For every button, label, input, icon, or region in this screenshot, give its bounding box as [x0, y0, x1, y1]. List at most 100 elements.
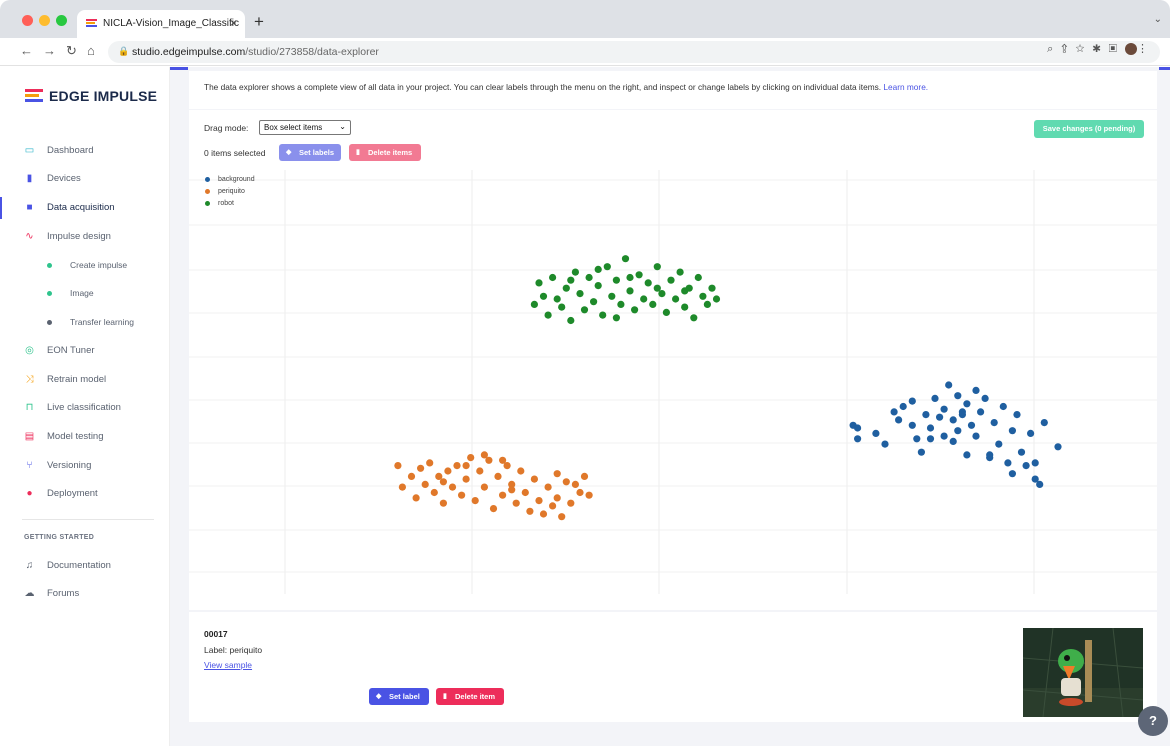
data-point-robot[interactable]: [603, 263, 611, 271]
forward-icon[interactable]: →: [43, 43, 56, 58]
data-point-background[interactable]: [981, 394, 989, 402]
star-icon[interactable]: ☆: [1075, 43, 1092, 55]
data-point-background[interactable]: [954, 392, 962, 400]
data-point-background[interactable]: [872, 429, 880, 437]
close-tab-icon[interactable]: ×: [230, 16, 237, 30]
set-label-button[interactable]: ◆ Set label: [369, 688, 429, 705]
data-point-background[interactable]: [972, 386, 980, 394]
data-point-background[interactable]: [999, 402, 1007, 411]
data-point-periquito[interactable]: [439, 499, 447, 507]
data-point-background[interactable]: [895, 416, 903, 424]
data-point-background[interactable]: [949, 437, 957, 445]
data-point-periquito[interactable]: [467, 454, 475, 462]
tab-search-icon[interactable]: ⌄: [1154, 14, 1162, 25]
data-point-periquito[interactable]: [489, 505, 498, 513]
data-point-periquito[interactable]: [448, 483, 457, 491]
data-point-background[interactable]: [936, 413, 944, 421]
minimize-window-button[interactable]: [39, 15, 50, 26]
data-point-periquito[interactable]: [553, 494, 561, 502]
data-point-periquito[interactable]: [544, 483, 552, 491]
help-button[interactable]: ?: [1138, 706, 1168, 736]
drag-mode-select[interactable]: Box select items ⌄: [259, 120, 351, 135]
data-point-background[interactable]: [990, 419, 998, 427]
close-window-button[interactable]: [22, 15, 33, 26]
data-point-periquito[interactable]: [539, 510, 548, 518]
data-point-periquito[interactable]: [426, 459, 434, 467]
data-point-robot[interactable]: [690, 314, 698, 322]
data-point-robot[interactable]: [594, 282, 602, 290]
browser-tab[interactable]: NICLA-Vision_Image_Classific ×: [77, 10, 245, 38]
data-point-background[interactable]: [949, 416, 957, 424]
data-point-background[interactable]: [954, 427, 962, 435]
data-point-robot[interactable]: [640, 295, 648, 303]
data-point-background[interactable]: [1036, 480, 1044, 488]
data-point-background[interactable]: [926, 424, 935, 432]
data-point-robot[interactable]: [594, 265, 602, 273]
data-point-background[interactable]: [1054, 443, 1062, 451]
data-point-background[interactable]: [1008, 470, 1017, 478]
data-point-robot[interactable]: [571, 268, 579, 276]
sidebar-item-live-classification[interactable]: ⊓ Live classification: [0, 397, 169, 419]
data-point-robot[interactable]: [590, 298, 598, 306]
delete-item-button[interactable]: ▮ Delete item: [436, 688, 504, 705]
data-point-background[interactable]: [1031, 459, 1039, 467]
data-point-background[interactable]: [931, 394, 939, 402]
data-point-robot[interactable]: [612, 314, 620, 322]
data-point-robot[interactable]: [644, 279, 652, 287]
data-point-periquito[interactable]: [462, 475, 470, 483]
data-point-robot[interactable]: [649, 300, 657, 308]
home-icon[interactable]: ⌂: [87, 43, 95, 58]
data-point-periquito[interactable]: [421, 480, 429, 488]
menu-icon[interactable]: ⋮: [1137, 43, 1156, 55]
data-point-periquito[interactable]: [553, 470, 561, 478]
data-point-periquito[interactable]: [571, 480, 579, 488]
data-point-background[interactable]: [854, 424, 862, 432]
data-point-periquito[interactable]: [476, 467, 484, 475]
delete-items-button[interactable]: ▮ Delete items: [349, 144, 421, 161]
data-point-periquito[interactable]: [558, 513, 566, 521]
data-point-periquito[interactable]: [585, 491, 593, 499]
data-point-robot[interactable]: [621, 255, 630, 263]
data-point-periquito[interactable]: [394, 462, 402, 470]
data-point-periquito[interactable]: [517, 467, 525, 475]
data-point-background[interactable]: [986, 454, 994, 462]
data-point-robot[interactable]: [612, 276, 620, 284]
data-point-background[interactable]: [1022, 462, 1030, 470]
data-point-periquito[interactable]: [462, 462, 470, 470]
data-point-background[interactable]: [1004, 459, 1012, 467]
data-point-robot[interactable]: [558, 303, 566, 311]
data-point-background[interactable]: [945, 381, 953, 389]
data-point-periquito[interactable]: [562, 478, 570, 486]
reload-icon[interactable]: ↻: [66, 43, 77, 59]
legend-item-robot[interactable]: robot: [203, 200, 255, 212]
data-point-robot[interactable]: [635, 271, 643, 279]
data-point-robot[interactable]: [617, 300, 625, 308]
maximize-window-button[interactable]: [56, 15, 67, 26]
data-point-periquito[interactable]: [458, 491, 466, 499]
data-point-robot[interactable]: [576, 290, 584, 298]
data-point-periquito[interactable]: [580, 472, 589, 480]
save-changes-button[interactable]: Save changes (0 pending): [1034, 120, 1144, 138]
data-point-robot[interactable]: [699, 292, 707, 300]
data-point-periquito[interactable]: [398, 483, 406, 491]
data-point-periquito[interactable]: [526, 507, 534, 515]
data-point-periquito[interactable]: [453, 462, 461, 470]
data-point-robot[interactable]: [599, 311, 607, 319]
data-point-robot[interactable]: [681, 287, 689, 295]
data-point-robot[interactable]: [672, 295, 680, 303]
sidebar-item-forums[interactable]: ☁ Forums: [0, 583, 169, 605]
data-point-robot[interactable]: [676, 268, 684, 276]
data-point-periquito[interactable]: [417, 464, 425, 472]
sidebar-item-devices[interactable]: ▮ Devices: [0, 168, 169, 190]
lock-icon[interactable]: 🔒: [118, 46, 129, 57]
data-point-robot[interactable]: [539, 292, 548, 300]
data-point-robot[interactable]: [580, 306, 589, 314]
data-point-robot[interactable]: [567, 316, 575, 325]
data-point-background[interactable]: [1008, 427, 1017, 435]
data-point-periquito[interactable]: [499, 456, 507, 464]
data-point-background[interactable]: [963, 451, 971, 459]
data-point-periquito[interactable]: [499, 491, 507, 499]
data-point-periquito[interactable]: [430, 488, 438, 497]
learn-more-link[interactable]: Learn more.: [883, 82, 928, 92]
new-tab-button[interactable]: +: [254, 12, 264, 32]
